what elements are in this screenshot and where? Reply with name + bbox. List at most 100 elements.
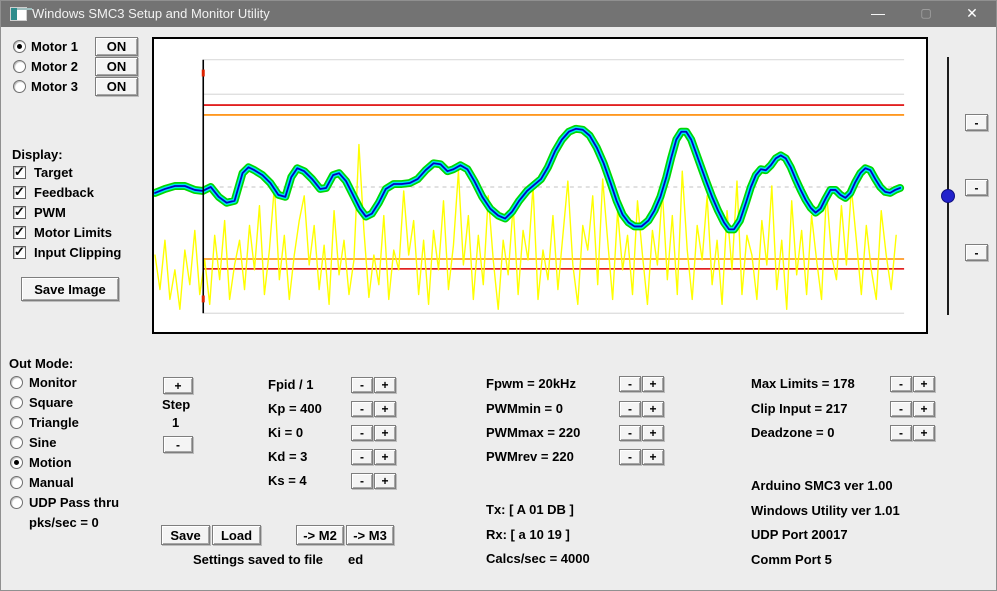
limits-minus-button-0[interactable]: - [890, 376, 912, 392]
rx-text: Rx: [ a 10 19 ] [486, 527, 570, 543]
out-mode-label: Sine [29, 435, 56, 451]
pid-minus-button-3[interactable]: - [351, 449, 373, 465]
maximize-icon[interactable]: ▢ [904, 1, 948, 27]
scale-button-1[interactable]: - [965, 179, 988, 196]
motor-on-button-3[interactable]: ON [95, 77, 138, 96]
app-window: Windows SMC3 Setup and Monitor Utility —… [0, 0, 997, 591]
display-checkbox-pwm[interactable]: ✓ [13, 206, 26, 219]
pwm-plus-button-2[interactable]: + [642, 425, 664, 441]
limits-minus-button-2[interactable]: - [890, 425, 912, 441]
out-mode-radio-udp-pass-thru[interactable] [10, 496, 23, 509]
motor-label-1: Motor 1 [31, 39, 78, 55]
motor-radio-2[interactable] [13, 60, 26, 73]
close-icon[interactable]: ✕ [950, 1, 994, 27]
window-title: Windows SMC3 Setup and Monitor Utility [32, 6, 270, 21]
out-mode-label: Manual [29, 475, 74, 491]
out-mode-radio-triangle[interactable] [10, 416, 23, 429]
app-icon [10, 7, 27, 21]
pwm-minus-button-2[interactable]: - [619, 425, 641, 441]
info-line-2: UDP Port 20017 [751, 527, 848, 543]
pwm-plus-button-1[interactable]: + [642, 401, 664, 417]
display-checkbox-label: PWM [34, 205, 66, 221]
settings-status-fragment: ed [348, 552, 363, 568]
info-line-3: Comm Port 5 [751, 552, 832, 568]
scale-button-0[interactable]: - [965, 114, 988, 131]
pwm-label-0: Fpwm = 20kHz [486, 376, 576, 392]
pwm-label-3: PWMrev = 220 [486, 449, 574, 465]
calcs-text: Calcs/sec = 4000 [486, 551, 590, 567]
step-label: Step [162, 397, 190, 413]
pwm-plus-button-0[interactable]: + [642, 376, 664, 392]
pid-plus-button-3[interactable]: + [374, 449, 396, 465]
save-button[interactable]: Save [161, 525, 210, 545]
pks-per-sec-text: pks/sec = 0 [29, 515, 99, 531]
pid-label-3: Kd = 3 [268, 449, 307, 465]
pid-minus-button-4[interactable]: - [351, 473, 373, 489]
scope-plot [154, 39, 926, 332]
step-minus-button[interactable]: - [163, 436, 193, 453]
trace-feedback-core [155, 129, 900, 230]
pid-minus-button-2[interactable]: - [351, 425, 373, 441]
pwm-plus-button-3[interactable]: + [642, 449, 664, 465]
pwm-label-2: PWMmax = 220 [486, 425, 580, 441]
out-mode-heading: Out Mode: [9, 356, 73, 372]
pwm-label-1: PWMmin = 0 [486, 401, 563, 417]
save-image-button[interactable]: Save Image [21, 277, 119, 301]
pwm-minus-button-0[interactable]: - [619, 376, 641, 392]
step-plus-button[interactable]: + [163, 377, 193, 394]
out-mode-label: UDP Pass thru [29, 495, 119, 511]
settings-status-text: Settings saved to file [193, 552, 323, 568]
motor-label-2: Motor 2 [31, 59, 78, 75]
out-mode-radio-square[interactable] [10, 396, 23, 409]
display-checkbox-feedback[interactable]: ✓ [13, 186, 26, 199]
motor-on-button-2[interactable]: ON [95, 57, 138, 76]
scale-slider-track[interactable] [947, 57, 949, 315]
to-m2-button[interactable]: -> M2 [296, 525, 344, 545]
limits-plus-button-2[interactable]: + [913, 425, 935, 441]
display-checkbox-label: Feedback [34, 185, 94, 201]
pid-minus-button-1[interactable]: - [351, 401, 373, 417]
pid-plus-button-4[interactable]: + [374, 473, 396, 489]
limits-minus-button-1[interactable]: - [890, 401, 912, 417]
pid-minus-button-0[interactable]: - [351, 377, 373, 393]
pid-plus-button-1[interactable]: + [374, 401, 396, 417]
title-bar: Windows SMC3 Setup and Monitor Utility —… [1, 1, 996, 27]
motor-radio-3[interactable] [13, 80, 26, 93]
display-checkbox-label: Input Clipping [34, 245, 121, 261]
scale-slider-knob[interactable] [941, 189, 955, 203]
limits-plus-button-0[interactable]: + [913, 376, 935, 392]
display-checkbox-label: Target [34, 165, 73, 181]
display-heading: Display: [12, 147, 63, 163]
pwm-minus-button-3[interactable]: - [619, 449, 641, 465]
to-m3-button[interactable]: -> M3 [346, 525, 394, 545]
out-mode-radio-manual[interactable] [10, 476, 23, 489]
limits-label-1: Clip Input = 217 [751, 401, 847, 417]
out-mode-label: Motion [29, 455, 72, 471]
tx-text: Tx: [ A 01 DB ] [486, 502, 574, 518]
out-mode-radio-motion[interactable] [10, 456, 23, 469]
display-checkbox-label: Motor Limits [34, 225, 112, 241]
display-checkbox-motor-limits[interactable]: ✓ [13, 226, 26, 239]
info-line-0: Arduino SMC3 ver 1.00 [751, 478, 893, 494]
limits-plus-button-1[interactable]: + [913, 401, 935, 417]
display-checkbox-target[interactable]: ✓ [13, 166, 26, 179]
pid-plus-button-0[interactable]: + [374, 377, 396, 393]
out-mode-radio-monitor[interactable] [10, 376, 23, 389]
scope-chart [152, 37, 928, 334]
info-line-1: Windows Utility ver 1.01 [751, 503, 900, 519]
out-mode-label: Triangle [29, 415, 79, 431]
load-button[interactable]: Load [212, 525, 261, 545]
pid-plus-button-2[interactable]: + [374, 425, 396, 441]
minimize-icon[interactable]: — [856, 1, 900, 27]
pid-label-0: Fpid / 1 [268, 377, 314, 393]
motor-radio-1[interactable] [13, 40, 26, 53]
pid-label-2: Ki = 0 [268, 425, 303, 441]
scale-button-2[interactable]: - [965, 244, 988, 261]
out-mode-radio-sine[interactable] [10, 436, 23, 449]
motor-label-3: Motor 3 [31, 79, 78, 95]
display-checkbox-input-clipping[interactable]: ✓ [13, 246, 26, 259]
limits-label-2: Deadzone = 0 [751, 425, 834, 441]
motor-on-button-1[interactable]: ON [95, 37, 138, 56]
trace-pwm [155, 145, 896, 310]
pwm-minus-button-1[interactable]: - [619, 401, 641, 417]
